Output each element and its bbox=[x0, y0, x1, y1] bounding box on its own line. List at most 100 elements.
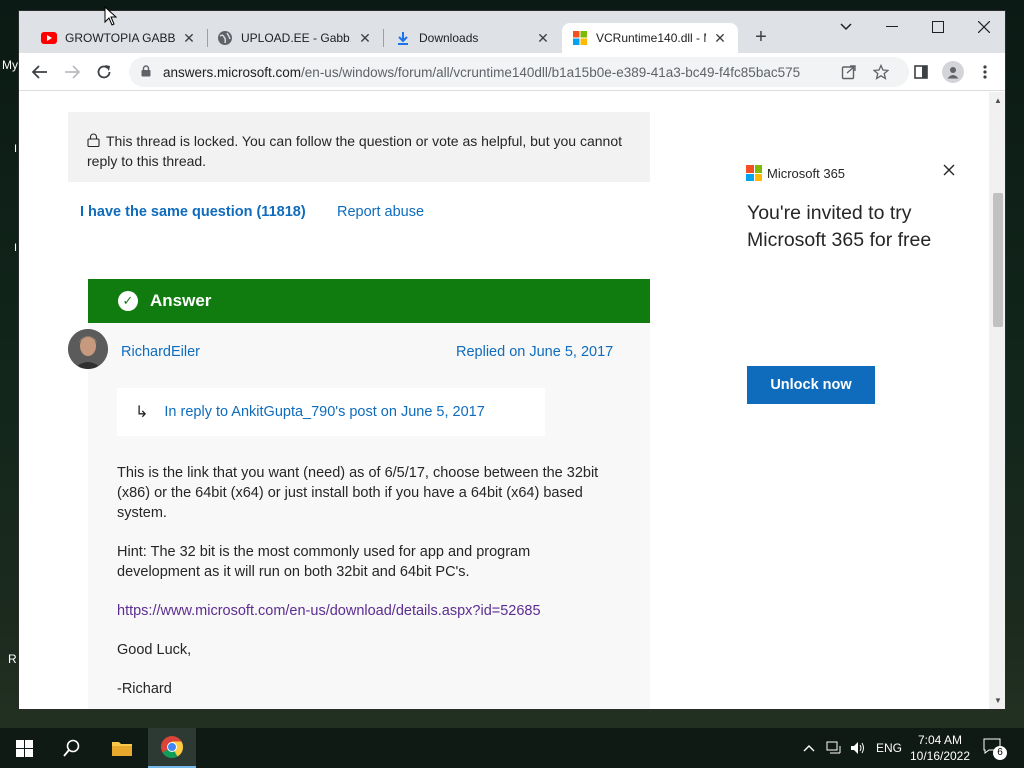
close-icon bbox=[978, 21, 990, 33]
side-panel-button[interactable] bbox=[907, 58, 935, 86]
volume-icon[interactable] bbox=[850, 728, 866, 768]
more-vert-icon bbox=[983, 65, 987, 79]
side-panel-icon bbox=[914, 65, 928, 79]
minimize-icon bbox=[886, 26, 898, 27]
chrome-icon bbox=[161, 736, 183, 758]
arrow-right-icon bbox=[65, 65, 80, 79]
scroll-down-icon[interactable]: ▼ bbox=[993, 696, 1003, 706]
menu-button[interactable] bbox=[971, 58, 999, 86]
close-icon[interactable]: ✕ bbox=[181, 30, 197, 46]
tab-strip: GROWTOPIA GABB v ✕ UPLOAD.EE - Gabb.e ✕ … bbox=[19, 11, 1005, 53]
network-icon[interactable] bbox=[826, 728, 842, 768]
arrow-left-icon bbox=[32, 65, 47, 79]
tab-search-button[interactable] bbox=[823, 13, 869, 41]
notification-center-button[interactable]: 6 bbox=[983, 738, 1007, 760]
lock-icon bbox=[87, 132, 100, 148]
browser-window: GROWTOPIA GABB v ✕ UPLOAD.EE - Gabb.e ✕ … bbox=[18, 10, 1006, 710]
close-icon[interactable]: ✕ bbox=[357, 30, 373, 46]
tab-vcruntime[interactable]: VCRuntime140.dll - M ✕ bbox=[562, 23, 738, 53]
reply-date-link[interactable]: Replied on June 5, 2017 bbox=[456, 344, 613, 360]
share-icon[interactable] bbox=[839, 62, 859, 82]
chrome-taskbar-button[interactable] bbox=[148, 728, 196, 768]
url-host: answers.microsoft.com bbox=[163, 64, 302, 80]
tab-title: Downloads bbox=[419, 31, 479, 45]
tab-title: VCRuntime140.dll - M bbox=[596, 31, 706, 45]
maximize-icon bbox=[932, 21, 944, 33]
thread-locked-notice: This thread is locked. You can follow th… bbox=[68, 112, 650, 182]
microsoft-icon bbox=[572, 30, 588, 46]
tab-growtopia[interactable]: GROWTOPIA GABB v ✕ bbox=[31, 23, 207, 53]
tab-upload[interactable]: UPLOAD.EE - Gabb.e ✕ bbox=[207, 23, 383, 53]
search-icon bbox=[63, 739, 80, 757]
in-reply-to-box[interactable]: ↳ In reply to AnkitGupta_790's post on J… bbox=[117, 388, 545, 436]
address-bar[interactable]: answers.microsoft.com/en-us/windows/foru… bbox=[129, 57, 909, 87]
scroll-thumb[interactable] bbox=[993, 193, 1003, 327]
ad-headline: You're invited to try Microsoft 365 for … bbox=[747, 202, 932, 251]
url-path: /en-us/windows/forum/all/vcruntime140dll… bbox=[301, 64, 801, 80]
close-ad-button[interactable] bbox=[940, 163, 958, 181]
answer-label: Answer bbox=[150, 291, 212, 310]
chevron-up-icon bbox=[803, 745, 815, 752]
scroll-up-icon[interactable]: ▲ bbox=[993, 96, 1003, 106]
clock[interactable]: 7:04 AM 10/16/2022 bbox=[905, 732, 975, 764]
download-link[interactable]: https://www.microsoft.com/en-us/download… bbox=[117, 603, 541, 619]
same-question-button[interactable]: I have the same question (11818) bbox=[80, 204, 306, 220]
close-icon[interactable]: ✕ bbox=[712, 30, 728, 46]
search-button[interactable] bbox=[48, 728, 96, 768]
language-indicator[interactable]: ENG bbox=[876, 728, 902, 768]
reload-icon bbox=[97, 65, 111, 79]
report-abuse-link[interactable]: Report abuse bbox=[337, 204, 424, 220]
page-content: This thread is locked. You can follow th… bbox=[19, 92, 989, 709]
close-icon bbox=[943, 164, 955, 176]
globe-icon bbox=[217, 30, 233, 46]
reply-arrow-icon: ↳ bbox=[135, 404, 149, 421]
forward-button[interactable] bbox=[58, 58, 86, 86]
tab-divider bbox=[383, 29, 384, 47]
notification-count-badge: 6 bbox=[993, 746, 1007, 760]
maximize-button[interactable] bbox=[915, 13, 961, 41]
clock-time: 7:04 AM bbox=[917, 733, 963, 747]
tab-title: UPLOAD.EE - Gabb.e bbox=[241, 31, 351, 45]
brand-name: Microsoft 365 bbox=[767, 165, 846, 181]
post-paragraph: This is the link that you want (need) as… bbox=[117, 465, 599, 521]
desktop-icon-label-fragment: I bbox=[14, 143, 18, 155]
youtube-icon bbox=[41, 30, 57, 46]
folder-icon bbox=[112, 742, 132, 756]
download-icon bbox=[395, 30, 411, 46]
close-window-button[interactable] bbox=[961, 13, 1005, 41]
author-name-link[interactable]: RichardEiler bbox=[121, 344, 200, 360]
minimize-button[interactable] bbox=[869, 13, 915, 41]
checkmark-icon: ✓ bbox=[118, 291, 138, 311]
clock-date: 10/16/2022 bbox=[909, 749, 971, 763]
microsoft-365-logo: Microsoft 365 bbox=[746, 165, 845, 181]
lock-icon bbox=[141, 64, 153, 80]
close-icon[interactable]: ✕ bbox=[535, 30, 551, 46]
bookmark-star-icon[interactable] bbox=[871, 62, 891, 82]
start-button[interactable] bbox=[0, 728, 48, 768]
show-hidden-icons-button[interactable] bbox=[803, 728, 815, 768]
in-reply-link[interactable]: In reply to AnkitGupta_790's post on Jun… bbox=[164, 404, 484, 420]
post-paragraph: Good Luck, bbox=[117, 642, 192, 658]
desktop-icon-label-fragment: My bbox=[2, 58, 18, 72]
answer-post-text: This is the link that you want (need) as… bbox=[117, 463, 617, 709]
back-button[interactable] bbox=[26, 58, 54, 86]
avatar[interactable] bbox=[68, 329, 108, 369]
page-scrollbar[interactable]: ▲ ▼ bbox=[989, 92, 1005, 709]
profile-button[interactable] bbox=[939, 58, 967, 86]
avatar-icon bbox=[942, 61, 964, 83]
unlock-now-button[interactable]: Unlock now bbox=[747, 366, 875, 404]
file-explorer-button[interactable] bbox=[98, 728, 146, 768]
microsoft-icon bbox=[746, 165, 762, 181]
answer-header: ✓ Answer bbox=[88, 279, 650, 323]
browser-toolbar: answers.microsoft.com/en-us/windows/foru… bbox=[19, 53, 1005, 91]
reload-button[interactable] bbox=[90, 58, 118, 86]
mouse-cursor-icon bbox=[104, 6, 118, 26]
post-paragraph: Hint: The 32 bit is the most commonly us… bbox=[117, 544, 531, 580]
desktop-icon-label-fragment: R bbox=[8, 652, 17, 666]
tab-downloads[interactable]: Downloads ✕ bbox=[385, 23, 561, 53]
chevron-down-icon bbox=[840, 23, 852, 31]
taskbar: ENG 7:04 AM 10/16/2022 6 bbox=[0, 728, 1024, 768]
desktop-icon-label-fragment: I bbox=[14, 242, 18, 254]
locked-text: This thread is locked. You can follow th… bbox=[87, 133, 622, 169]
new-tab-button[interactable]: + bbox=[749, 25, 773, 49]
